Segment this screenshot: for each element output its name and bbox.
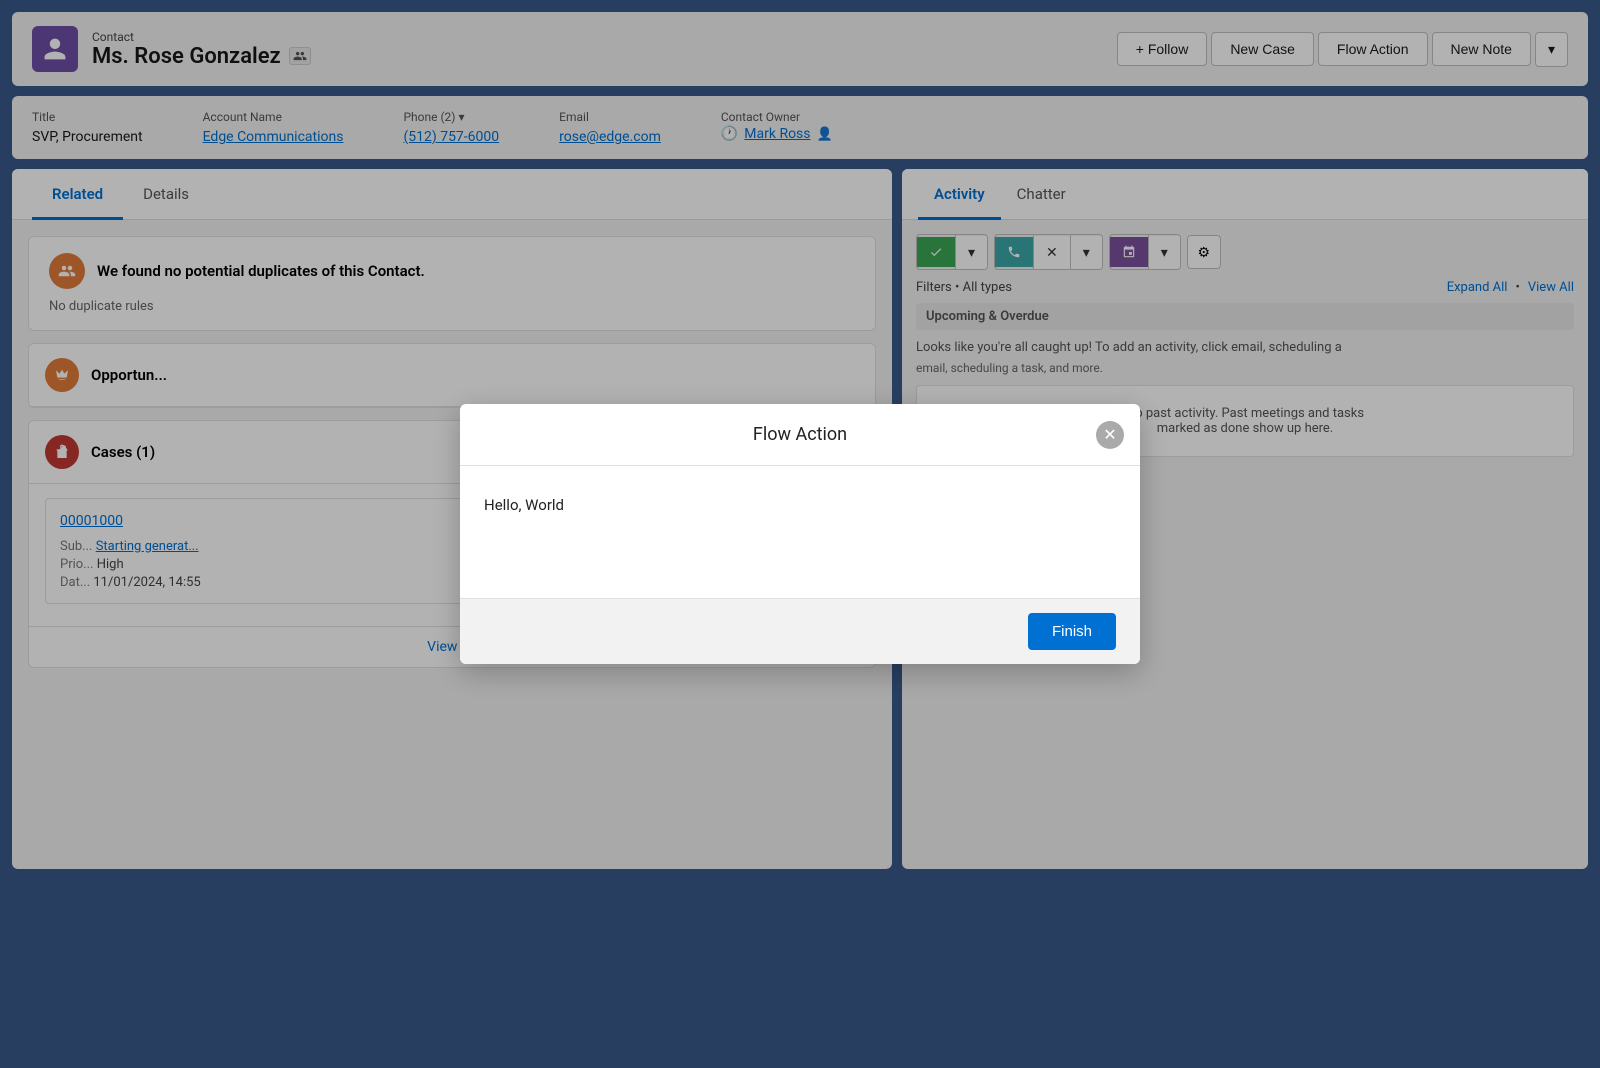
modal-overlay[interactable]: Flow Action ✕ Hello, World Finish [0,0,1600,1068]
flow-action-modal: Flow Action ✕ Hello, World Finish [460,404,1140,664]
modal-header: Flow Action ✕ [460,404,1140,466]
modal-footer: Finish [460,598,1140,664]
modal-close-button[interactable]: ✕ [1096,421,1124,449]
modal-body: Hello, World [460,466,1140,598]
modal-title: Flow Action [753,424,847,445]
modal-body-text: Hello, World [484,496,564,514]
finish-button[interactable]: Finish [1028,613,1116,650]
